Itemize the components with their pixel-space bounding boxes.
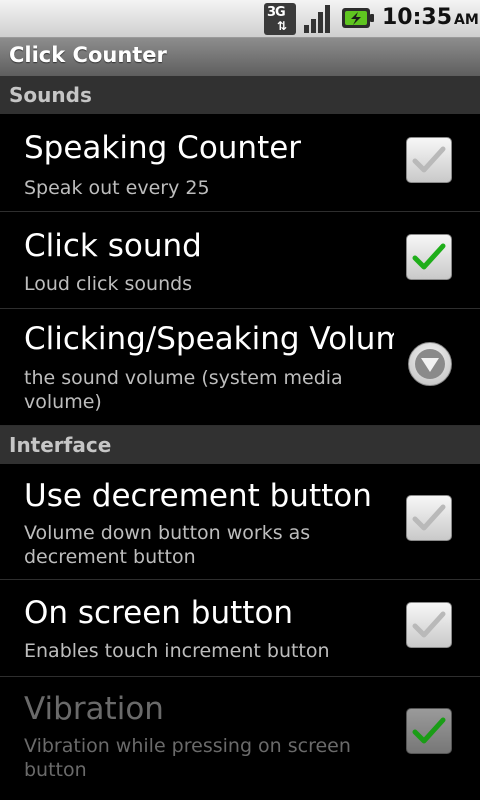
pref-speaking-counter[interactable]: Speaking Counter Speak out every 25 [0,114,480,212]
speaking-counter-checkbox[interactable] [406,137,452,183]
data-arrows: ⇅ [277,19,287,33]
pref-summary: Speak out every 25 [24,177,210,199]
click-sound-checkbox[interactable] [406,234,452,280]
check-icon [412,146,446,173]
use-decrement-checkbox[interactable] [406,495,452,541]
category-sounds: Sounds [0,76,480,114]
pref-summary: Volume down button works as decrement bu… [24,522,311,568]
pref-summary: the sound volume (system media volume) [24,367,343,413]
pref-title: Clicking/Speaking Volume [24,321,394,357]
signal-strength-icon [304,5,330,33]
on-screen-button-checkbox[interactable] [406,602,452,648]
dropdown-arrow-icon [421,358,439,372]
check-icon [412,611,446,638]
title-bar: Click Counter [0,38,480,76]
pref-summary: Loud click sounds [24,273,193,295]
pref-title: Speaking Counter [24,130,302,166]
pref-click-sound[interactable]: Click sound Loud click sounds [0,212,480,309]
battery-charging-icon [342,8,374,28]
check-icon [412,243,446,270]
app-title: Click Counter [9,43,167,67]
status-clock: 10:35 AM [382,5,479,30]
volume-dropdown-button[interactable] [408,342,452,386]
category-label: Sounds [9,83,92,107]
pref-summary: Vibration while pressing on screen butto… [24,735,351,781]
3g-data-icon: 3G ⇅ [264,3,296,35]
status-bar: 3G ⇅ 10:35 AM [0,0,480,38]
clock-ampm: AM [454,12,479,28]
check-icon [412,504,446,531]
pref-use-decrement[interactable]: Use decrement button Volume down button … [0,464,480,580]
category-label: Interface [9,433,112,457]
check-icon [412,717,446,744]
pref-title: Click sound [24,228,202,264]
pref-title: Vibration [24,691,164,727]
network-type: 3G [267,5,286,20]
pref-summary: Enables touch increment button [24,640,330,662]
vibration-checkbox[interactable] [406,708,452,754]
clock-time: 10:35 [382,5,453,30]
pref-volume[interactable]: Clicking/Speaking Volume the sound volum… [0,309,480,426]
category-interface: Interface [0,426,480,464]
pref-title: Use decrement button [24,478,372,514]
pref-title: On screen button [24,595,294,631]
pref-on-screen-button[interactable]: On screen button Enables touch increment… [0,580,480,677]
pref-title-clip: Clicking/Speaking Volume [24,321,394,365]
pref-vibration[interactable]: Vibration Vibration while pressing on sc… [0,677,480,800]
